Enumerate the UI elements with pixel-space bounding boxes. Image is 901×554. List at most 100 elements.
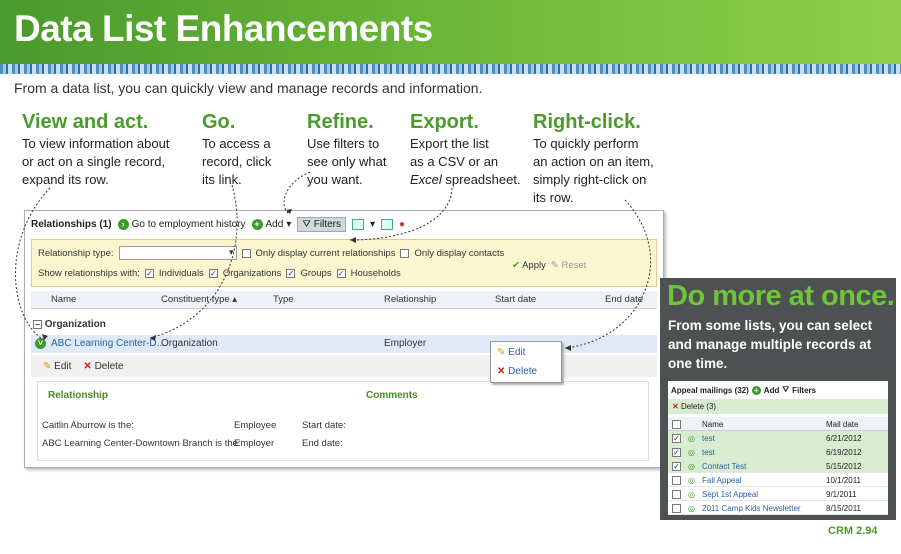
expand-icon[interactable]: ◎ (688, 462, 695, 471)
context-delete-label: Delete (508, 366, 538, 377)
panel-title: Relationships (1) (31, 219, 112, 230)
expand-icon[interactable]: ◎ (688, 490, 695, 499)
tip-line: Export the list (410, 136, 489, 151)
relationship-heading: Relationship (48, 390, 109, 401)
appeal-link[interactable]: 2011 Camp Kids Newsletter (702, 504, 801, 513)
decorative-stripe (0, 64, 901, 74)
help-icon[interactable]: ● (399, 219, 405, 230)
only-contacts-checkbox[interactable] (400, 248, 410, 258)
refresh-icon[interactable] (381, 219, 394, 230)
current-relationships-checkbox[interactable] (241, 248, 251, 258)
list-item[interactable]: ✓ ◎ test 6/19/2012 (668, 445, 888, 459)
mail-date-cell: 6/19/2012 (826, 448, 862, 457)
relationship-cell: Employer (384, 338, 427, 349)
context-edit-label: Edit (508, 347, 526, 358)
x-icon: ✕ (672, 402, 679, 411)
mini-filters[interactable]: Filters (792, 386, 816, 395)
contacts-label: Only display contacts (414, 247, 505, 259)
column-header[interactable]: Relationship (384, 294, 436, 305)
column-header[interactable]: Name (702, 420, 723, 429)
row-checkbox[interactable] (672, 504, 681, 513)
mini-add[interactable]: Add (764, 386, 780, 395)
households-checkbox[interactable]: ✓ (336, 269, 346, 278)
add-icon[interactable]: + (751, 385, 761, 395)
go-label: Go to employment history (131, 219, 246, 230)
export-icon[interactable] (351, 219, 364, 230)
row-checkbox[interactable] (672, 490, 681, 499)
table-row[interactable]: ˅ ABC Learning Center-D... Organization … (31, 335, 657, 353)
tip-line-rest: spreadsheet. (441, 172, 521, 187)
tip-line: its link. (202, 172, 242, 187)
go-employment-button[interactable]: › Go to employment history (117, 219, 246, 230)
appeal-link[interactable]: Fall Appeal (702, 476, 742, 485)
expand-icon[interactable]: ◎ (688, 448, 695, 457)
mini-list: Appeal mailings (32) + Add ⛛ Filters ✕ Del… (668, 381, 888, 515)
column-header[interactable]: Mail date (826, 420, 858, 429)
row-checkbox[interactable]: ✓ (672, 448, 681, 457)
mail-date-cell: 8/15/2011 (826, 504, 861, 513)
organizations-label: Organizations (222, 268, 282, 279)
appeal-link[interactable]: Sept 1st Appeal (702, 490, 758, 499)
expand-icon[interactable]: ◎ (688, 434, 695, 443)
list-item[interactable]: ◎ Fall Appeal 10/1/2011 (668, 473, 888, 487)
individuals-checkbox[interactable]: ✓ (144, 269, 154, 278)
list-item[interactable]: ✓ ◎ Contact Test 5/15/2012 (668, 459, 888, 473)
collapse-icon[interactable]: − (33, 320, 42, 329)
tip-title: Refine. (307, 111, 374, 133)
tip-line: To quickly perform (533, 136, 639, 151)
column-header[interactable]: Start date (495, 294, 536, 305)
do-more-title: Do more at once. (667, 280, 895, 312)
reset-icon: ✎ (550, 260, 559, 271)
list-item[interactable]: ◎ 2011 Camp Kids Newsletter 8/15/2011 (668, 501, 888, 515)
list-item[interactable]: ◎ Sept 1st Appeal 9/1/2011 (668, 487, 888, 501)
tip-line: you want. (307, 172, 363, 187)
expand-icon[interactable]: ˅ (35, 338, 46, 349)
tip-title: Go. (202, 111, 236, 133)
group-header[interactable]: − Organization (33, 319, 106, 330)
expand-icon[interactable]: ◎ (688, 504, 695, 513)
record-link[interactable]: ABC Learning Center-D... (51, 338, 165, 349)
row-checkbox[interactable] (672, 476, 681, 485)
mail-date-cell: 10/1/2011 (826, 476, 861, 485)
appeal-link[interactable]: Contact Test (702, 462, 746, 471)
tip-line: Excel spreadsheet. (410, 171, 521, 189)
filters-button[interactable]: ⛛ Filters (297, 217, 346, 232)
title-banner: Data List Enhancements (0, 0, 901, 64)
context-edit[interactable]: ✎ Edit (497, 347, 525, 358)
apply-button[interactable]: ✔ Apply (512, 260, 546, 271)
groups-checkbox[interactable]: ✓ (286, 269, 296, 278)
column-header[interactable]: Type (273, 294, 294, 305)
row-checkbox[interactable]: ✓ (672, 462, 681, 471)
appeal-link[interactable]: test (702, 448, 715, 457)
add-button[interactable]: + Add ▾ (251, 219, 291, 230)
organizations-checkbox[interactable]: ✓ (208, 269, 218, 278)
mini-delete-button[interactable]: ✕ Delete (3) (668, 399, 888, 414)
detail-value: Employer (234, 438, 275, 449)
detail-label: Caitlin Aburrow is the: (42, 420, 134, 431)
row-checkbox[interactable]: ✓ (672, 434, 681, 443)
reset-button[interactable]: ✎ Reset (551, 260, 586, 271)
tip-refine: Refine. Use filters to see only what you w… (307, 110, 387, 189)
do-more-box: Do more at once. From some lists, you ca… (660, 278, 896, 520)
mini-toolbar: Appeal mailings (32) + Add ⛛ Filters (671, 385, 817, 395)
list-item[interactable]: ✓ ◎ test 6/21/2012 (668, 431, 888, 445)
tip-line: expand its row. (22, 172, 109, 187)
detail-label: ABC Learning Center-Downtown Branch is t… (42, 438, 241, 449)
go-icon: › (117, 219, 129, 230)
column-header[interactable]: Constituent type ▴ (161, 294, 237, 305)
column-header[interactable]: Name (51, 294, 76, 305)
select-all-checkbox[interactable] (672, 420, 681, 429)
tip-line: or act on a single record, (22, 154, 166, 169)
context-delete[interactable]: ✕ Delete (497, 366, 537, 377)
edit-button[interactable]: ✎ Edit (43, 361, 71, 372)
appeal-link[interactable]: test (702, 434, 715, 443)
expand-icon[interactable]: ◎ (688, 476, 695, 485)
page-title: Data List Enhancements (14, 8, 433, 49)
pencil-icon: ✎ (497, 347, 506, 358)
reset-label: Reset (561, 260, 587, 271)
relationship-type-select[interactable] (118, 246, 237, 260)
column-header[interactable]: End date (605, 294, 643, 305)
row-detail: Relationship Comments Caitlin Aburrow is… (37, 381, 649, 461)
intro-text: From a data list, you can quickly view a… (14, 80, 483, 96)
delete-button[interactable]: ✕ Delete (83, 361, 123, 372)
